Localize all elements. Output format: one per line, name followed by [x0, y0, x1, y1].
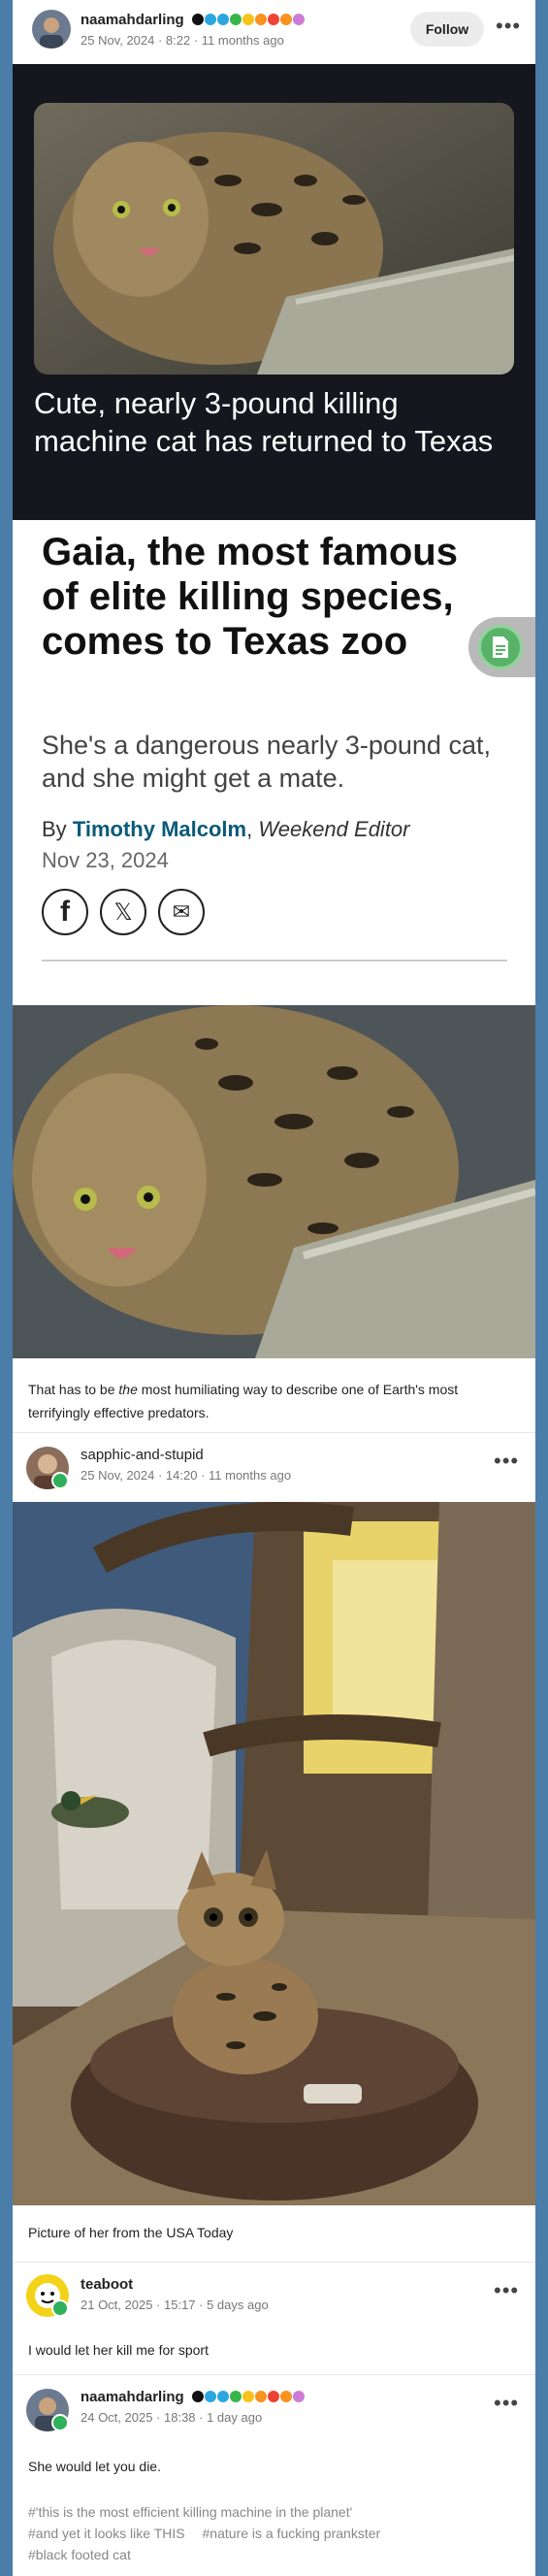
right-frame: [535, 0, 548, 2576]
reblog-header: sapphic-and-stupid 25 Nov, 2024 · 14:20 …: [13, 1432, 535, 1502]
x-share-button[interactable]: 𝕏: [100, 889, 146, 935]
op-more-button[interactable]: •••: [496, 14, 521, 39]
link-card[interactable]: Cute, nearly 3-pound killing machine cat…: [13, 64, 535, 520]
cat-photo-closeup[interactable]: [13, 1005, 535, 1358]
user-badge-icon: [293, 14, 305, 25]
naamahdarling-status-badge: [51, 2414, 69, 2431]
op-timestamp[interactable]: 25 Nov, 2024 · 8:22 · 11 months ago: [81, 33, 284, 48]
dashboard-page: naamahdarling 25 Nov, 2024 · 8:22 · 11 m…: [0, 0, 548, 2576]
teaboot-reply-text: I would let her kill me for sport: [28, 2342, 209, 2358]
reblogger-username[interactable]: sapphic-and-stupid: [81, 1447, 204, 1463]
email-icon: ✉: [172, 899, 191, 924]
user-badge-icon: [280, 2391, 292, 2402]
facebook-share-button[interactable]: f: [42, 889, 88, 935]
author-link[interactable]: Timothy Malcolm: [73, 817, 246, 841]
op-username[interactable]: naamahdarling: [81, 12, 184, 28]
reblog-more-button[interactable]: •••: [494, 1449, 519, 1474]
email-share-button[interactable]: ✉: [158, 889, 205, 935]
tag-link[interactable]: #nature is a fucking prankster: [203, 2526, 381, 2541]
byline-comma: ,: [246, 817, 253, 841]
user-badge-icon: [205, 2391, 216, 2402]
reblog-status-badge: [51, 1472, 69, 1489]
user-badge-icon: [242, 2391, 254, 2402]
teaboot-more-button[interactable]: •••: [494, 2278, 519, 2303]
user-badge-icon: [217, 14, 229, 25]
op-caption: That has to be the most humiliating way …: [28, 1378, 513, 1424]
user-badge-icon: [217, 2391, 229, 2402]
teaboot-status-badge: [51, 2299, 69, 2317]
user-badge-icon: [280, 14, 292, 25]
op-avatar[interactable]: [32, 10, 71, 49]
byline-by: By: [42, 817, 67, 841]
user-badge-icon: [268, 14, 279, 25]
user-badge-icon: [192, 2391, 204, 2402]
op-caption-block: That has to be the most humiliating way …: [13, 1358, 535, 1432]
cat-photo-zoo[interactable]: [13, 1502, 535, 2205]
reply2-username[interactable]: naamahdarling: [81, 2389, 184, 2405]
teaboot-username[interactable]: teaboot: [81, 2276, 133, 2293]
tag-link[interactable]: #and yet it looks like THIS: [28, 2526, 185, 2541]
reply-teaboot: teaboot 21 Oct, 2025 · 15:17 · 5 days ag…: [13, 2262, 535, 2374]
user-badge-icon: [230, 14, 242, 25]
reblog-caption-block: Picture of her from the USA Today: [13, 2205, 535, 2262]
link-card-image: [34, 103, 514, 375]
reblog-timestamp[interactable]: 25 Nov, 2024 · 14:20 · 11 months ago: [81, 1468, 291, 1483]
reply2-tags: #'this is the most efficient killing mac…: [28, 2501, 513, 2565]
tag-link[interactable]: #black footed cat: [28, 2547, 131, 2562]
article-subtitle: She's a dangerous nearly 3-pound cat, an…: [42, 731, 491, 793]
caption-emphasis: the: [118, 1382, 138, 1397]
reply2-timestamp[interactable]: 24 Oct, 2025 · 18:38 · 1 day ago: [81, 2410, 262, 2425]
reply2-text: She would let you die.: [28, 2459, 161, 2474]
author-role: Weekend Editor: [258, 817, 410, 841]
reply2-badges: [192, 2391, 305, 2402]
article-byline: By Timothy Malcolm, Weekend Editor: [42, 817, 410, 842]
user-badge-icon: [255, 2391, 267, 2402]
article-block: Gaia, the most famous of elite killing s…: [13, 520, 535, 1005]
facebook-icon: f: [60, 896, 70, 928]
link-card-headline[interactable]: Cute, nearly 3-pound killing machine cat…: [34, 384, 514, 460]
user-badge-icon: [192, 14, 204, 25]
reply-naamahdarling: naamahdarling 24 Oct, 2025 · 18:38 · 1 d…: [13, 2374, 535, 2576]
op-badges: [192, 14, 305, 25]
user-badge-icon: [293, 2391, 305, 2402]
tag-link[interactable]: #'this is the most efficient killing mac…: [28, 2504, 352, 2520]
x-icon: 𝕏: [113, 898, 133, 926]
user-badge-icon: [230, 2391, 242, 2402]
caption-part: That has to be: [28, 1382, 119, 1397]
floating-doc-button[interactable]: [468, 617, 535, 677]
document-icon: [478, 625, 523, 669]
left-frame: [0, 0, 13, 2576]
user-badge-icon: [205, 14, 216, 25]
reblog-caption: Picture of her from the USA Today: [28, 2225, 234, 2240]
teaboot-timestamp[interactable]: 21 Oct, 2025 · 15:17 · 5 days ago: [81, 2298, 269, 2312]
user-badge-icon: [255, 14, 267, 25]
article-title: Gaia, the most famous of elite killing s…: [42, 531, 458, 663]
article-divider: [42, 960, 507, 962]
user-badge-icon: [242, 14, 254, 25]
post-header: naamahdarling 25 Nov, 2024 · 8:22 · 11 m…: [13, 0, 535, 64]
reply2-more-button[interactable]: •••: [494, 2391, 519, 2416]
article-date: Nov 23, 2024: [42, 848, 169, 872]
follow-button[interactable]: Follow: [410, 12, 484, 47]
user-badge-icon: [268, 2391, 279, 2402]
